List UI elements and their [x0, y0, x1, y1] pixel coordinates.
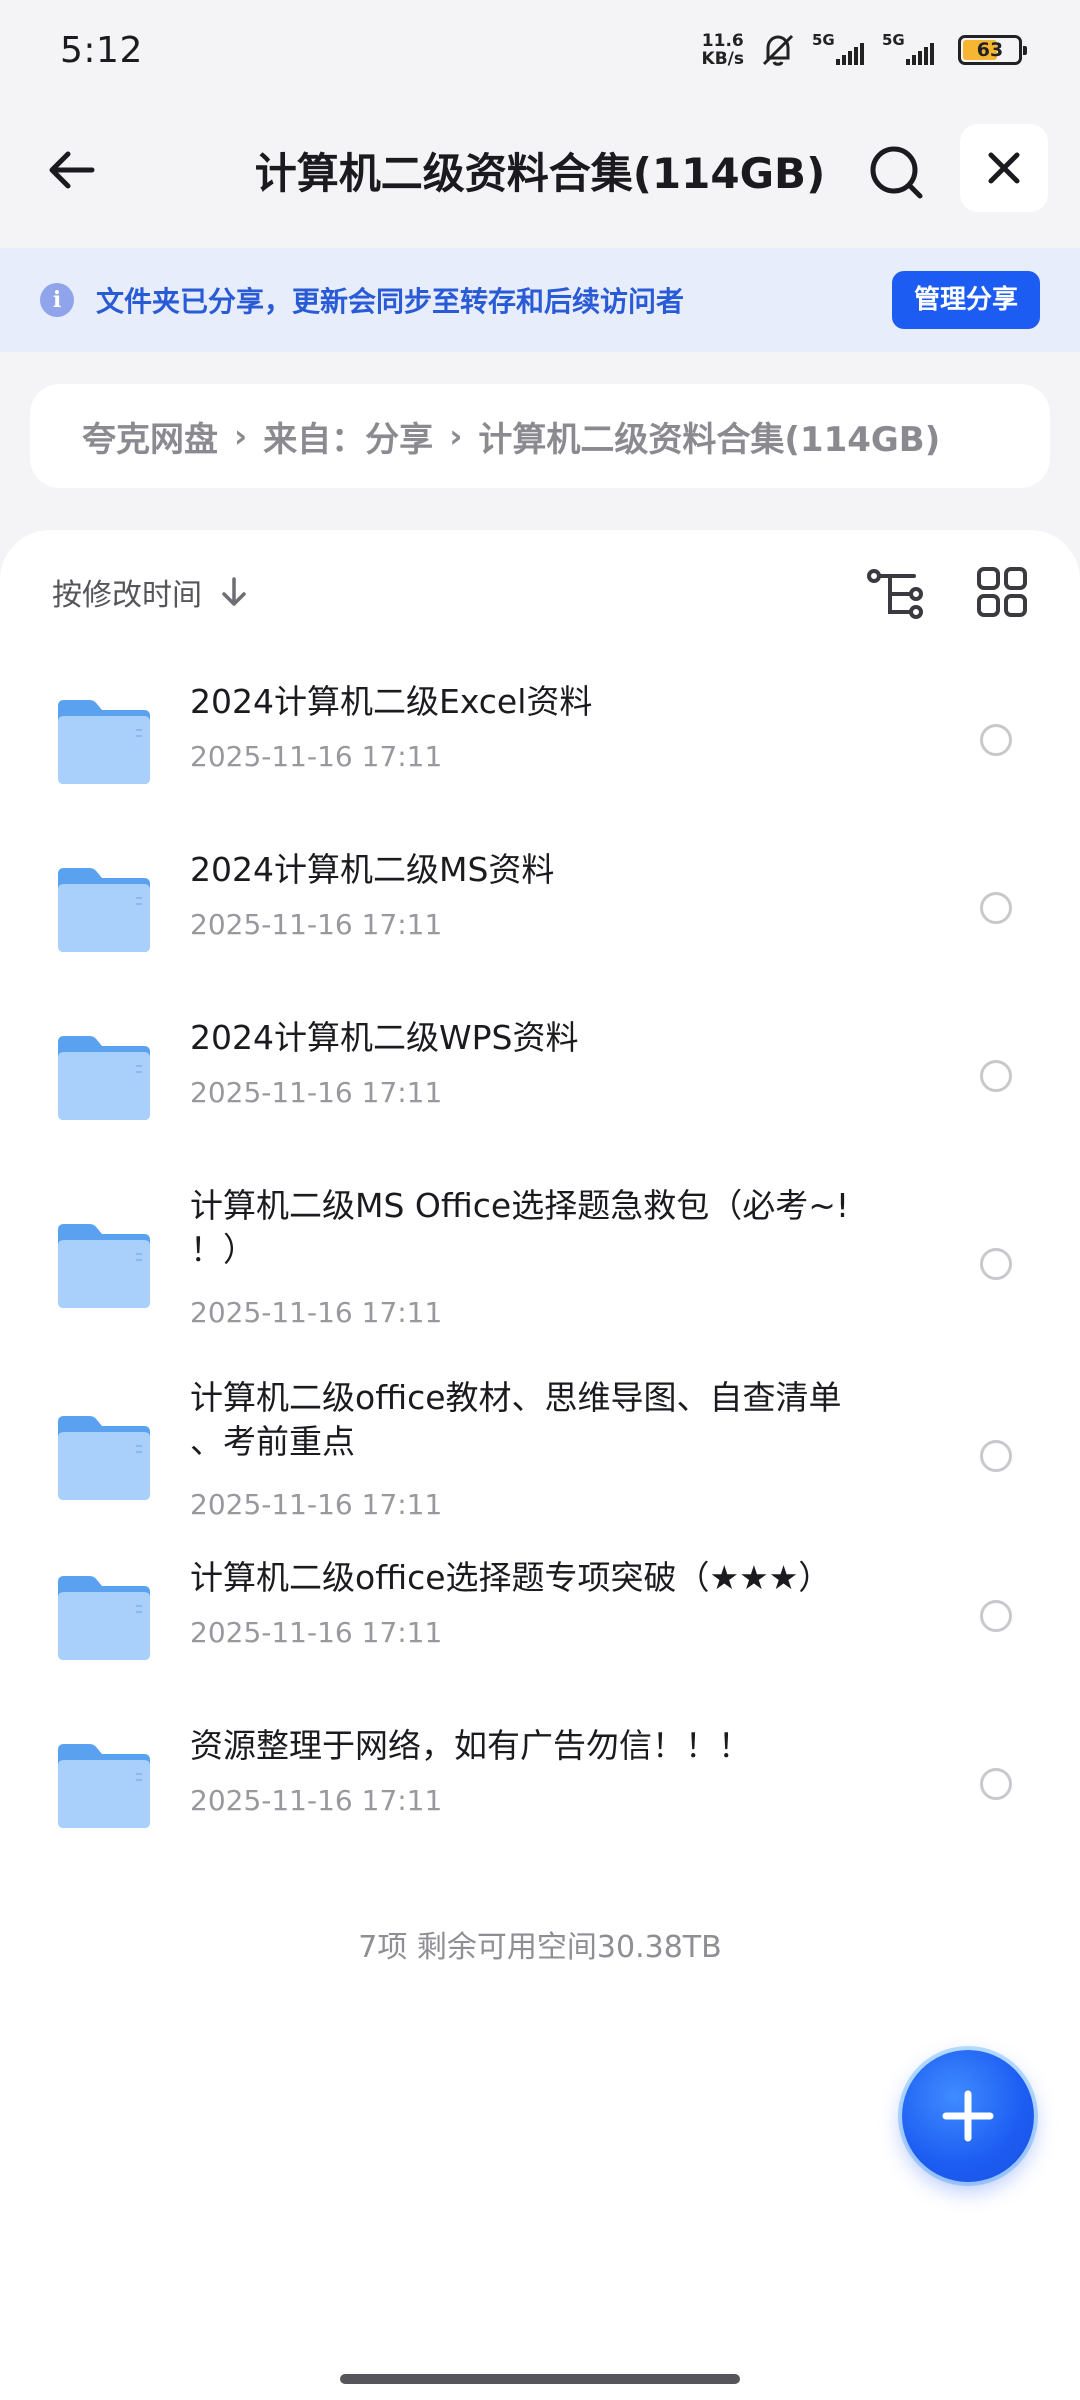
search-icon [870, 146, 923, 199]
battery-icon: 63 [958, 35, 1027, 65]
file-date: 2025-11-16 17:11 [190, 1076, 443, 1109]
file-date: 2025-11-16 17:11 [190, 1296, 443, 1329]
folder-icon [58, 1744, 150, 1828]
add-button[interactable] [902, 2050, 1034, 2182]
list-item[interactable]: 资源整理于网络，如有广告勿信！！！ 2025-11-16 17:11 [0, 1724, 1080, 1844]
status-time: 5:12 [60, 29, 143, 71]
file-date: 2025-11-16 17:11 [190, 1488, 443, 1521]
file-date: 2025-11-16 17:11 [190, 1784, 443, 1817]
select-checkbox[interactable] [980, 1440, 1012, 1472]
folder-icon [58, 1224, 150, 1308]
home-indicator[interactable] [340, 2374, 740, 2384]
file-name: 2024计算机二级MS资料 [190, 850, 555, 889]
file-name: 计算机二级office选择题专项突破（★★★） [190, 1558, 832, 1597]
select-checkbox[interactable] [980, 1248, 1012, 1280]
tree-structure-icon [867, 569, 923, 619]
grid-icon [977, 567, 1027, 617]
select-checkbox[interactable] [980, 1600, 1012, 1632]
close-button[interactable] [960, 124, 1048, 212]
file-name: 计算机二级MS Office选择题急救包（必考~! ！） [190, 1186, 850, 1269]
top-nav: 计算机二级资料合集(114GB) [0, 110, 1080, 230]
list-item[interactable]: 2024计算机二级Excel资料 2025-11-16 17:11 [0, 680, 1080, 800]
sort-button[interactable]: 按修改时间 [52, 570, 248, 614]
list-item[interactable]: 计算机二级office教材、思维导图、自查清单 、考前重点 2025-11-16 … [0, 1376, 1080, 1536]
select-checkbox[interactable] [980, 1060, 1012, 1092]
sort-bar: 按修改时间 [0, 530, 1080, 650]
breadcrumb-item-root[interactable]: 夸克网盘 [82, 412, 218, 461]
storage-summary: 7项 剩余可用空间30.38TB [358, 1930, 722, 1965]
folder-icon [58, 1416, 150, 1500]
file-date: 2025-11-16 17:11 [190, 908, 443, 941]
share-banner: i 文件夹已分享，更新会同步至转存和后续访问者 管理分享 [0, 248, 1080, 352]
chevron-right-icon: › [234, 417, 248, 455]
file-date: 2025-11-16 17:11 [190, 740, 443, 773]
status-bar: 5:12 11.6 KB/s 5G 5G 63 [0, 0, 1080, 100]
search-button[interactable] [864, 140, 928, 204]
select-checkbox[interactable] [980, 892, 1012, 924]
back-button[interactable] [40, 138, 104, 202]
signal-1-icon: 5G [812, 31, 868, 65]
breadcrumb: 夸克网盘 › 来自：分享 › 计算机二级资料合集(114GB) [30, 384, 1050, 488]
list-item[interactable]: 计算机二级office选择题专项突破（★★★） 2025-11-16 17:11 [0, 1556, 1080, 1676]
arrow-down-icon [222, 577, 246, 606]
folder-icon [58, 1036, 150, 1120]
file-date: 2025-11-16 17:11 [190, 1616, 443, 1649]
chevron-right-icon: › [449, 417, 463, 455]
folder-icon [58, 868, 150, 952]
file-name: 2024计算机二级WPS资料 [190, 1018, 579, 1057]
file-name: 资源整理于网络，如有广告勿信！！！ [190, 1726, 751, 1765]
tree-view-button[interactable] [866, 566, 926, 622]
select-checkbox[interactable] [980, 1768, 1012, 1800]
battery-level: 63 [976, 39, 1004, 61]
close-icon [988, 152, 1020, 184]
file-name: 2024计算机二级Excel资料 [190, 682, 593, 721]
page-title: 计算机二级资料合集(114GB) [254, 149, 826, 198]
grid-view-button[interactable] [976, 566, 1028, 618]
plus-icon [942, 2090, 994, 2142]
signal-2-icon: 5G [882, 31, 938, 65]
status-icons: 11.6 KB/s 5G 5G 63 [701, 30, 1027, 70]
folder-icon [58, 700, 150, 784]
list-item[interactable]: 2024计算机二级WPS资料 2025-11-16 17:11 [0, 1016, 1080, 1136]
share-banner-message: 文件夹已分享，更新会同步至转存和后续访问者 [96, 285, 685, 318]
info-icon: i [40, 283, 74, 317]
folder-icon [58, 1576, 150, 1660]
breadcrumb-item-share[interactable]: 来自：分享 [263, 412, 433, 461]
breadcrumb-item-current: 计算机二级资料合集(114GB) [478, 419, 941, 460]
manage-share-button[interactable]: 管理分享 [891, 271, 1040, 329]
select-checkbox[interactable] [980, 724, 1012, 756]
mute-bell-icon [762, 34, 794, 66]
back-arrow-icon [49, 151, 95, 189]
list-item[interactable]: 2024计算机二级MS资料 2025-11-16 17:11 [0, 848, 1080, 968]
list-item[interactable]: 计算机二级MS Office选择题急救包（必考~! ！） 2025-11-16 1… [0, 1184, 1080, 1344]
file-name: 计算机二级office教材、思维导图、自查清单 、考前重点 [190, 1378, 842, 1461]
sort-label: 按修改时间 [52, 578, 202, 613]
network-speed: 11.6 KB/s [701, 31, 744, 69]
